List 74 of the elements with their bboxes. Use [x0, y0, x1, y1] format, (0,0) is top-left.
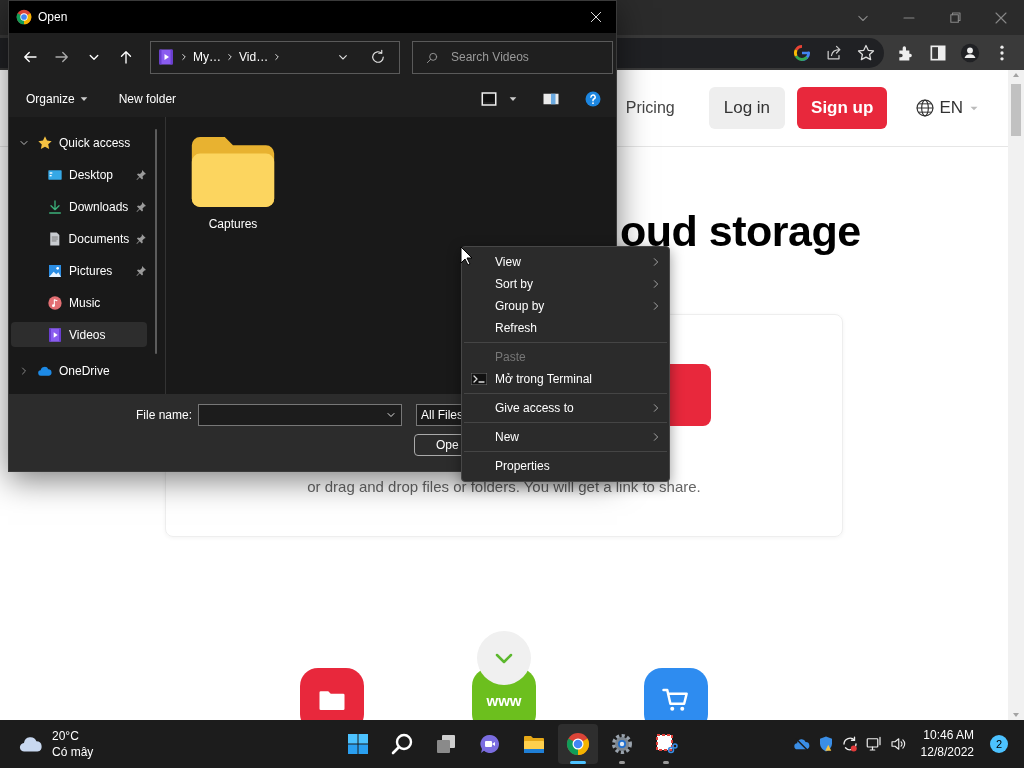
sync-icon[interactable] — [840, 735, 859, 753]
chrome-icon — [16, 9, 32, 25]
toolbar-button[interactable]: New folder — [110, 88, 185, 110]
clock-time[interactable]: 10:46 AM — [923, 727, 974, 744]
video-folder-icon — [157, 48, 175, 66]
network-icon[interactable] — [864, 735, 883, 753]
video-folder-icon — [47, 326, 63, 343]
sidebar-item[interactable]: Pictures — [9, 255, 147, 287]
sidebar-item[interactable]: Videos — [11, 322, 147, 347]
menu-item[interactable]: Sort by — [462, 273, 669, 295]
snipping-icon — [654, 732, 678, 756]
search-icon — [425, 50, 439, 65]
star-icon — [37, 135, 53, 151]
taskbar-button[interactable] — [558, 724, 598, 764]
file-name-field[interactable] — [198, 404, 402, 426]
close-icon[interactable] — [588, 9, 604, 25]
drop-hint: or drag and drop files or folders. You will get a link to share. — [307, 478, 701, 495]
chevron-icon — [225, 51, 235, 63]
pictures-icon — [47, 263, 63, 279]
sidebar-item[interactable]: Documents — [9, 223, 147, 255]
profile-icon[interactable] — [960, 42, 980, 63]
folder-app-icon[interactable] — [300, 668, 364, 720]
scrollbar-thumb[interactable] — [1011, 84, 1021, 136]
scrollbar-thumb[interactable] — [155, 129, 157, 354]
sidebar-item[interactable]: Quick access — [9, 127, 147, 159]
temperature[interactable]: 20°C — [52, 728, 94, 744]
cursor-icon — [460, 246, 473, 266]
search-icon — [390, 732, 414, 756]
globe-icon — [915, 98, 936, 118]
window-title: Open — [38, 10, 69, 24]
google-icon[interactable] — [792, 42, 812, 63]
caret-icon[interactable] — [508, 94, 518, 104]
weather-condition[interactable]: Có mây — [52, 744, 94, 760]
toolbar-button[interactable]: Organize — [18, 88, 97, 110]
address-field[interactable]: My… Vid… — [150, 40, 400, 74]
sidebar-item[interactable]: OneDrive — [9, 355, 147, 387]
music-icon — [47, 295, 63, 311]
menu-item[interactable]: Give access to — [462, 397, 669, 419]
view-icon[interactable] — [480, 90, 498, 108]
start-icon — [346, 732, 370, 756]
task-view-icon — [434, 732, 458, 756]
nav-link[interactable]: Pricing — [625, 99, 675, 117]
volume-icon[interactable] — [888, 735, 907, 753]
help-icon[interactable] — [584, 90, 602, 108]
search-field[interactable]: Search Videos — [412, 40, 613, 74]
menu-item[interactable]: Group by — [462, 295, 669, 317]
clock-date[interactable]: 12/8/2022 — [920, 744, 974, 761]
download-icon — [47, 199, 63, 215]
login-button[interactable]: Log in — [708, 87, 786, 129]
refresh-icon[interactable] — [369, 48, 387, 66]
menu-item[interactable]: Refresh — [462, 317, 669, 339]
desktop-icon — [47, 167, 63, 183]
chrome-icon — [566, 732, 590, 756]
sidebar-item[interactable]: Desktop — [9, 159, 147, 191]
signup-button[interactable]: Sign up — [797, 87, 888, 129]
file-name[interactable]: Captures — [208, 217, 258, 231]
sidebar-item[interactable]: Downloads — [9, 191, 147, 223]
language-selector[interactable]: EN — [939, 98, 963, 118]
scrollbar[interactable] — [1008, 70, 1024, 720]
gear-icon — [610, 732, 634, 756]
notification-badge[interactable]: 2 — [990, 735, 1008, 753]
chevron-icon — [179, 51, 189, 63]
star-icon[interactable] — [856, 42, 876, 63]
breadcrumb-item[interactable]: My… — [193, 50, 221, 64]
sidebar-item[interactable]: Music — [9, 287, 147, 319]
caret-icon — [78, 94, 89, 104]
menu-item[interactable]: Properties — [462, 455, 669, 477]
menu-item[interactable]: Mở trong Terminal — [462, 368, 669, 390]
chat-icon — [478, 732, 502, 756]
page-heading: oud storage — [620, 206, 862, 257]
folder-icon[interactable] — [190, 137, 276, 207]
field-label: File name: — [134, 408, 192, 422]
terminal-icon — [471, 373, 487, 385]
breadcrumb-item[interactable]: Vid… — [239, 50, 269, 64]
